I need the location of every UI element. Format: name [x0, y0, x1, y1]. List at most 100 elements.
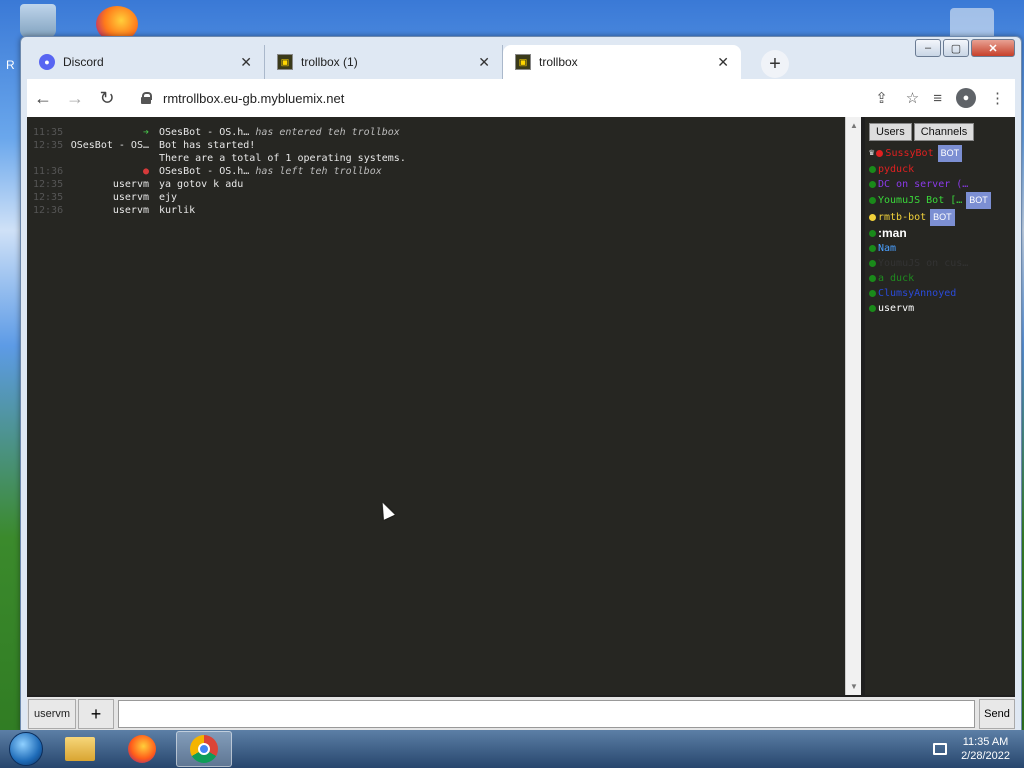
tab-users[interactable]: Users — [869, 123, 912, 141]
browser-toolbar: ← → ↻ rmtrollbox.eu-gb.mybluemix.net ⇪ ☆… — [27, 79, 1015, 117]
message-time: 12:35 — [33, 192, 64, 203]
user-list-item[interactable]: uservm — [869, 301, 1015, 316]
forward-arrow-icon[interactable]: → — [59, 82, 91, 114]
chrome-icon — [190, 735, 218, 763]
taskbar-firefox[interactable] — [114, 731, 170, 767]
scroll-down-icon[interactable]: ▼ — [850, 682, 858, 691]
message-body: OSesBot - OS.h… has entered teh trollbox — [159, 126, 845, 139]
user-name: Nam — [878, 243, 897, 254]
tab-discord[interactable]: ● Discord ✕ — [27, 45, 265, 79]
window-controls: – ▢ ✕ — [915, 39, 1015, 57]
chat-message: 12:35 uservm ejy — [27, 191, 845, 204]
message-nick[interactable] — [69, 152, 159, 165]
bookmark-star-icon[interactable]: ☆ — [906, 89, 919, 107]
trollbox-icon: ▣ — [277, 54, 293, 70]
user-name: YoumuJS on cus… — [878, 258, 969, 269]
user-list-item[interactable]: pyduck — [869, 162, 1015, 177]
tab-title: Discord — [63, 55, 104, 69]
tab-trollbox-active[interactable]: ▣ trollbox ✕ — [503, 45, 741, 79]
close-tab-icon[interactable]: ✕ — [478, 54, 490, 71]
send-button[interactable]: Send — [979, 699, 1015, 729]
reload-icon[interactable]: ↻ — [91, 82, 123, 114]
status-dot-icon — [869, 245, 876, 252]
message-text: There are a total of 1 operating systems… — [159, 153, 406, 164]
lock-icon[interactable] — [141, 92, 152, 104]
message-text: ejy — [159, 192, 178, 203]
message-nick[interactable]: ➔ — [69, 126, 159, 139]
message-nick[interactable]: uservm — [69, 178, 159, 191]
toolbar-right: ≡ ● ⋮ — [933, 88, 1005, 108]
user-list-item[interactable]: DC on server (… — [869, 177, 1015, 192]
taskbar-chrome[interactable] — [176, 731, 232, 767]
status-dot-icon — [869, 214, 876, 221]
user-name: pyduck — [878, 164, 915, 175]
share-icon[interactable]: ⇪ — [875, 89, 888, 107]
new-tab-button[interactable]: + — [761, 50, 789, 78]
user-list-item[interactable]: YoumuJS Bot [… BOT — [869, 192, 1015, 209]
user-list-item[interactable]: ClumsyAnnoyed — [869, 286, 1015, 301]
status-dot-icon — [869, 181, 876, 188]
message-time: 12:36 — [33, 205, 64, 216]
back-arrow-icon[interactable]: ← — [27, 82, 59, 114]
url-text: rmtrollbox.eu-gb.mybluemix.net — [163, 90, 345, 106]
bot-badge: BOT — [966, 192, 991, 209]
message-text: ya gotov k adu — [159, 179, 244, 190]
clock[interactable]: 11:35 AM 2/28/2022 — [961, 735, 1010, 763]
close-tab-icon[interactable]: ✕ — [717, 54, 729, 71]
taskbar-explorer[interactable] — [52, 731, 108, 767]
chat-message: 11:35 ➔ OSesBot - OS.h… has entered teh tro… — [27, 126, 845, 139]
message-input[interactable] — [118, 700, 975, 728]
taskbar: 11:35 AM 2/28/2022 — [0, 730, 1024, 768]
message-nick[interactable]: uservm — [69, 204, 159, 217]
recycle-bin-icon[interactable] — [20, 4, 56, 38]
start-button[interactable] — [6, 730, 46, 768]
chat-scrollbar[interactable]: ▲ ▼ — [845, 117, 861, 695]
close-tab-icon[interactable]: ✕ — [240, 54, 252, 71]
system-tray: 11:35 AM 2/28/2022 — [933, 735, 1010, 763]
message-time: 11:35 — [33, 127, 64, 138]
message-nick[interactable]: ● — [69, 165, 159, 178]
user-name: a duck — [878, 273, 915, 284]
user-list-item[interactable]: YoumuJS on cus… — [869, 256, 1015, 271]
profile-avatar[interactable]: ● — [956, 88, 976, 108]
user-list-item[interactable]: ♛ SussyBot BOT — [869, 145, 1015, 162]
user-list-item[interactable]: :man — [869, 226, 1015, 241]
clock-date: 2/28/2022 — [961, 750, 1010, 762]
trollbox-icon: ▣ — [515, 54, 531, 70]
scroll-up-icon[interactable]: ▲ — [850, 121, 858, 130]
tab-trollbox-1[interactable]: ▣ trollbox (1) ✕ — [265, 45, 503, 79]
attach-plus-button[interactable]: + — [78, 699, 114, 729]
user-name: SussyBot — [885, 148, 934, 159]
status-dot-icon — [869, 290, 876, 297]
status-dot-icon — [869, 166, 876, 173]
status-dot-icon — [869, 260, 876, 267]
message-body: Bot has started! — [159, 139, 845, 152]
message-nick[interactable]: uservm — [69, 191, 159, 204]
nickname-button[interactable]: uservm — [28, 699, 76, 729]
maximize-button[interactable]: ▢ — [943, 39, 969, 57]
chat-message: 11:36 ● OSesBot - OS.h… has left teh trollb… — [27, 165, 845, 178]
network-icon[interactable] — [933, 743, 948, 755]
message-text: Bot has started! — [159, 140, 256, 151]
close-window-button[interactable]: ✕ — [971, 39, 1015, 57]
user-list-item[interactable]: rmtb-bot BOT — [869, 209, 1015, 226]
user-list-item[interactable]: Nam — [869, 241, 1015, 256]
chat-message: 12:35 uservm ya gotov k adu — [27, 178, 845, 191]
menu-kebab-icon[interactable]: ⋮ — [990, 89, 1005, 107]
bot-badge: BOT — [937, 145, 963, 162]
minimize-button[interactable]: – — [915, 39, 941, 57]
message-time: 12:35 — [33, 179, 64, 190]
media-control-icon[interactable]: ≡ — [933, 90, 942, 107]
chat-message: 12:36 uservm kurlik — [27, 204, 845, 217]
message-body: ya gotov k adu — [159, 178, 845, 191]
chat-log: 11:35 ➔ OSesBot - OS.h… has entered teh tro… — [27, 117, 845, 695]
message-nick[interactable]: OSesBot - OS… — [69, 139, 159, 152]
address-bar[interactable]: rmtrollbox.eu-gb.mybluemix.net — [131, 83, 868, 113]
tab-channels[interactable]: Channels — [913, 123, 975, 141]
user-list-item[interactable]: a duck — [869, 271, 1015, 286]
tab-title: trollbox (1) — [301, 55, 358, 69]
omnibox-actions: ⇪ ☆ — [875, 89, 919, 107]
status-dot-icon — [869, 305, 876, 312]
message-body: OSesBot - OS.h… has left teh trollbox — [159, 165, 845, 178]
status-dot-icon — [876, 150, 884, 157]
